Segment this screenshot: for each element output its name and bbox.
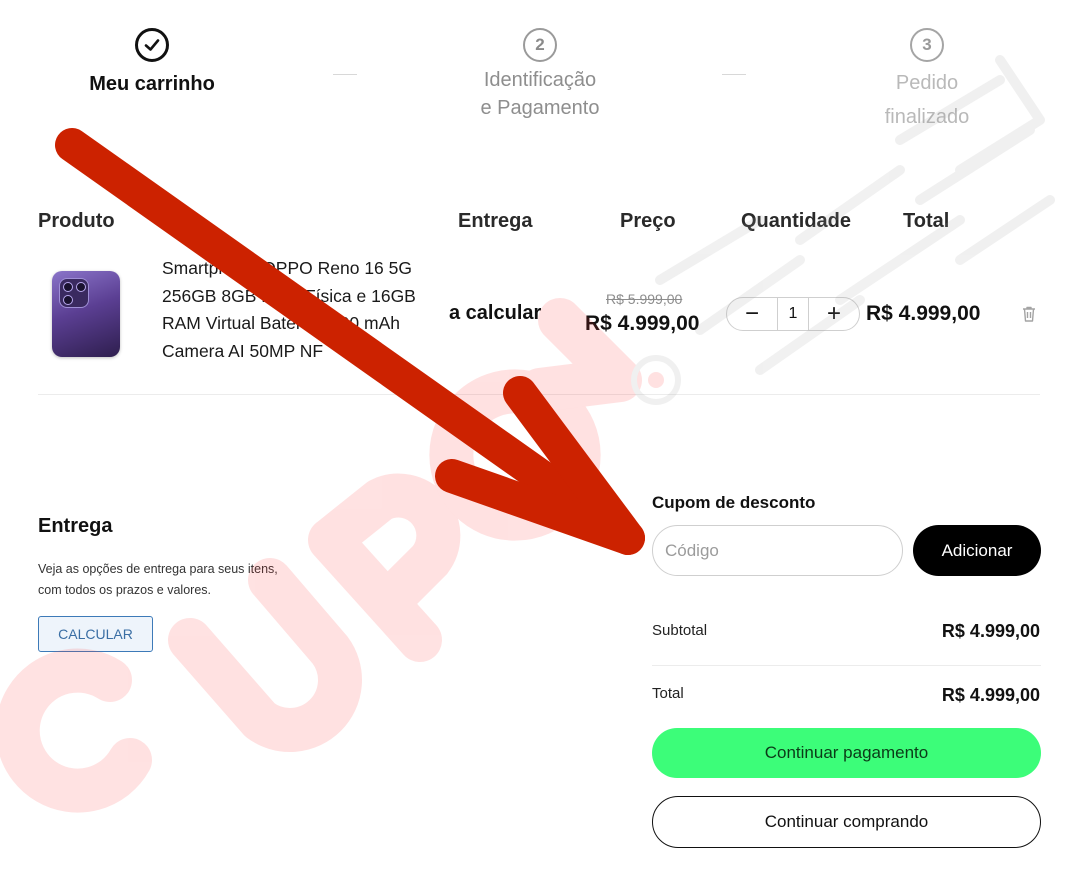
step-separator [722,74,746,75]
total-value: R$ 4.999,00 [941,685,1040,705]
increase-quantity-button[interactable]: + [809,299,859,329]
calculate-shipping-button[interactable]: CALCULAR [38,616,153,652]
camera-module [59,278,89,308]
step-my-cart[interactable]: Meu carrinho [60,28,244,98]
delivery-title: Entrega [38,515,113,537]
step-separator [333,74,357,75]
trash-icon[interactable] [1019,304,1039,324]
delivery-value: a calcular [449,302,542,324]
header-price: Preço [620,210,676,232]
continue-payment-button[interactable]: Continuar pagamento [652,728,1041,778]
step-order-finished[interactable]: 3 Pedido finalizado [837,28,1017,134]
header-delivery: Entrega [458,210,533,232]
coupon-code-input[interactable] [652,525,903,576]
product-name[interactable]: Smartphone OPPO Reno 16 5G 256GB 8GB RAM… [162,255,432,365]
quantity-stepper: − 1 + [726,297,860,331]
continue-shopping-button[interactable]: Continuar comprando [652,796,1041,848]
decrease-quantity-button[interactable]: − [727,299,777,329]
step-label: Meu carrinho [89,73,215,95]
quantity-value[interactable]: 1 [777,298,809,330]
subtotal-label: Subtotal [652,622,708,639]
header-quantity: Quantidade [741,210,852,232]
coupon-title: Cupom de desconto [652,493,816,512]
subtotal-value: R$ 4.999,00 [941,621,1040,641]
step-number-badge: 3 [910,28,944,62]
step-number-badge: 2 [523,28,557,62]
delivery-description: Veja as opções de entrega para seus iten… [38,562,278,597]
add-coupon-button[interactable]: Adicionar [913,525,1041,576]
current-price: R$ 4.999,00 [585,312,700,335]
old-price: R$ 5.999,00 [606,291,683,307]
total-label: Total [652,685,684,702]
product-image[interactable] [52,271,120,357]
check-icon [135,28,169,62]
step-label: Identificação e Pagamento [480,69,600,119]
step-label: Pedido finalizado [884,72,970,128]
row-total: R$ 4.999,00 [866,302,981,325]
header-total: Total [903,210,950,232]
header-product: Produto [38,210,115,232]
step-identification-payment[interactable]: 2 Identificação e Pagamento [450,28,630,122]
summary-divider [652,665,1041,666]
row-divider [38,394,1040,395]
